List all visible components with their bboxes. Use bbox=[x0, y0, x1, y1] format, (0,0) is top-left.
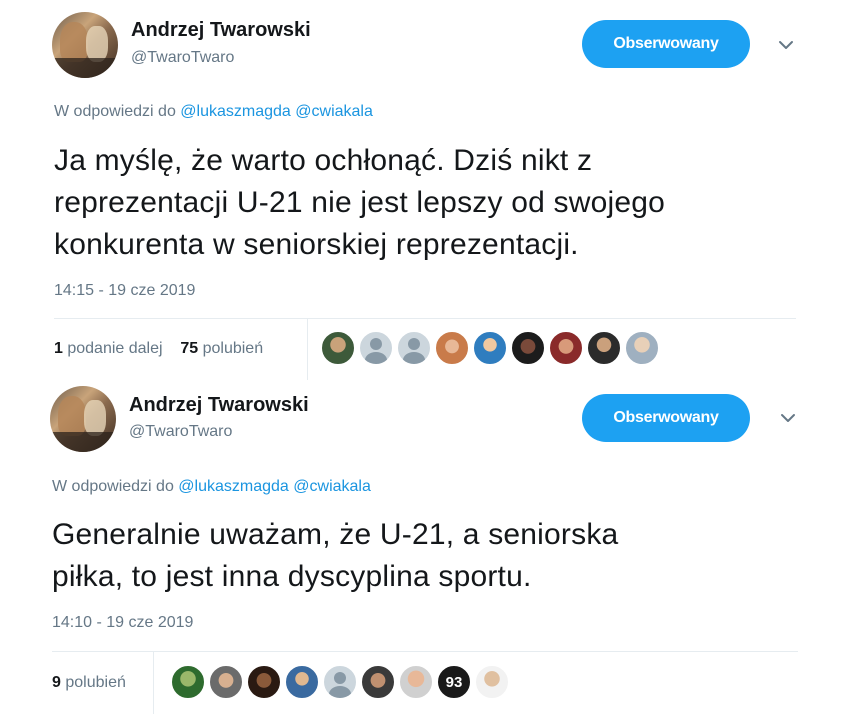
tweet-text: Ja myślę, że warto ochłonąć. Dziś nikt z… bbox=[54, 140, 665, 266]
retweets-stat[interactable]: 1 podanie dalej bbox=[54, 340, 163, 357]
tweet-text-line: konkurenta w seniorskiej reprezentacji. bbox=[54, 228, 579, 261]
liker-avatar[interactable] bbox=[246, 664, 282, 700]
liker-avatar[interactable] bbox=[510, 330, 546, 366]
author-name[interactable]: Andrzej Twarowski bbox=[129, 394, 309, 417]
divider bbox=[52, 651, 798, 652]
liker-avatar[interactable]: 93 bbox=[436, 664, 472, 700]
chevron-down-icon[interactable] bbox=[777, 407, 799, 429]
tweet-text-line: piłka, to jest inna dyscyplina sportu. bbox=[52, 560, 532, 593]
liker-avatar[interactable] bbox=[170, 664, 206, 700]
author-handle[interactable]: @TwaroTwaro bbox=[131, 49, 234, 67]
mention-link[interactable]: @cwiakala bbox=[293, 478, 371, 495]
liker-avatar[interactable] bbox=[434, 330, 470, 366]
likers-avatars: 93 bbox=[170, 664, 530, 700]
tweet-text: Generalnie uważam, że U-21, a seniorska … bbox=[52, 514, 618, 598]
reply-context: W odpowiedzi do @lukaszmagda @cwiakala bbox=[54, 103, 373, 121]
vertical-divider bbox=[153, 651, 154, 714]
reply-context: W odpowiedzi do @lukaszmagda @cwiakala bbox=[52, 478, 371, 496]
mention-link[interactable]: @lukaszmagda bbox=[180, 103, 291, 120]
author-name[interactable]: Andrzej Twarowski bbox=[131, 19, 311, 42]
reply-prefix: W odpowiedzi do bbox=[52, 478, 174, 495]
tweet-1: Andrzej Twarowski @TwaroTwaro Obserwowan… bbox=[0, 0, 845, 380]
likes-stat[interactable]: 75 polubień bbox=[180, 340, 263, 357]
tweet-text-line: Generalnie uważam, że U-21, a seniorska bbox=[52, 518, 619, 551]
liker-avatar[interactable] bbox=[360, 664, 396, 700]
tweet-text-line: Ja myślę, że warto ochłonąć. Dziś nikt z bbox=[54, 144, 593, 177]
vertical-divider bbox=[307, 318, 308, 380]
liker-avatar[interactable] bbox=[472, 330, 508, 366]
liker-avatar[interactable] bbox=[284, 664, 320, 700]
liker-number-badge: 93 bbox=[445, 673, 463, 691]
liker-avatar[interactable] bbox=[586, 330, 622, 366]
liker-avatar[interactable] bbox=[548, 330, 584, 366]
author-handle[interactable]: @TwaroTwaro bbox=[129, 423, 232, 441]
following-button[interactable]: Obserwowany bbox=[582, 20, 750, 68]
mention-link[interactable]: @lukaszmagda bbox=[178, 478, 289, 495]
chevron-down-icon[interactable] bbox=[775, 34, 797, 56]
tweet-stats: 9 polubień bbox=[52, 674, 126, 692]
liker-avatar[interactable] bbox=[474, 664, 510, 700]
author-avatar[interactable] bbox=[50, 386, 116, 452]
liker-avatar[interactable] bbox=[624, 330, 660, 366]
liker-avatar[interactable] bbox=[358, 330, 394, 366]
mention-link[interactable]: @cwiakala bbox=[295, 103, 373, 120]
liker-avatar[interactable] bbox=[208, 664, 244, 700]
likers-avatars bbox=[320, 330, 680, 366]
tweet-timestamp[interactable]: 14:15 - 19 cze 2019 bbox=[54, 282, 195, 300]
tweet-2: Andrzej Twarowski @TwaroTwaro Obserwowan… bbox=[0, 380, 845, 714]
tweet-timestamp[interactable]: 14:10 - 19 cze 2019 bbox=[52, 614, 193, 632]
divider bbox=[54, 318, 796, 319]
tweet-text-line: reprezentacji U-21 nie jest lepszy od sw… bbox=[54, 186, 665, 219]
liker-avatar[interactable] bbox=[322, 664, 358, 700]
reply-prefix: W odpowiedzi do bbox=[54, 103, 176, 120]
tweet-stats: 1 podanie dalej 75 polubień bbox=[54, 340, 263, 358]
likes-stat[interactable]: 9 polubień bbox=[52, 674, 126, 691]
author-avatar[interactable] bbox=[52, 12, 118, 78]
following-button[interactable]: Obserwowany bbox=[582, 394, 750, 442]
liker-avatar[interactable] bbox=[320, 330, 356, 366]
liker-avatar[interactable] bbox=[398, 664, 434, 700]
liker-avatar[interactable] bbox=[396, 330, 432, 366]
